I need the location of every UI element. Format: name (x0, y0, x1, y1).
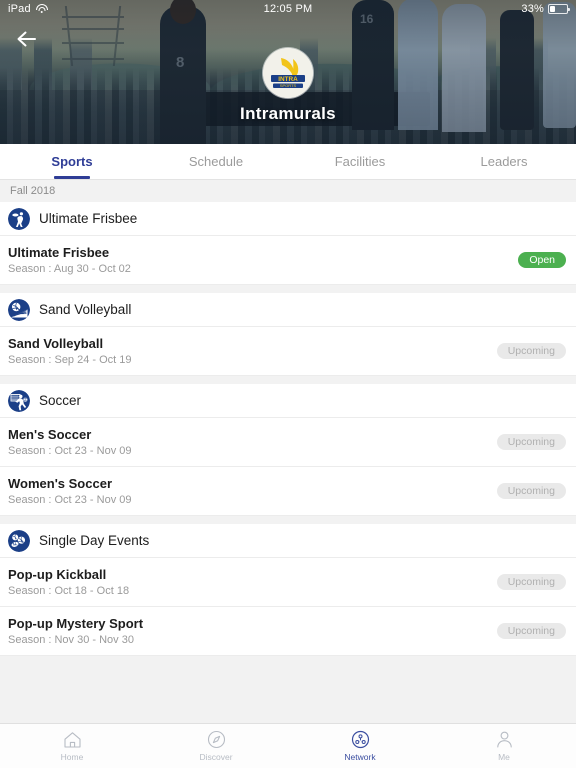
tab-sports[interactable]: Sports (0, 144, 144, 179)
row-season: Season : Oct 18 - Oct 18 (8, 585, 130, 597)
row-season: Season : Nov 30 - Nov 30 (8, 634, 134, 646)
row-text: Sand Volleyball Season : Sep 24 - Oct 19 (8, 336, 132, 366)
table-row[interactable]: Men's Soccer Season : Oct 23 - Nov 09 Up… (0, 418, 576, 467)
section-tabbar: Sports Schedule Facilities Leaders (0, 144, 576, 180)
sports-list[interactable]: Fall 2018 Ultimate Frisbee Ultimate Fris… (0, 180, 576, 723)
nav-item-home[interactable]: Home (0, 724, 144, 768)
intramurals-logo: INTRA SPORTS (263, 48, 313, 98)
nav-item-home-label: Home (60, 751, 84, 762)
back-button[interactable] (10, 24, 44, 54)
tab-facilities[interactable]: Facilities (288, 144, 432, 179)
hero-banner: INTRA SPORTS Intramurals (0, 0, 576, 144)
row-season: Season : Sep 24 - Oct 19 (8, 354, 132, 366)
nav-item-me[interactable]: Me (432, 724, 576, 768)
status-badge: Upcoming (496, 433, 566, 451)
back-arrow-icon (17, 31, 36, 47)
status-bar-time: 12:05 PM (263, 3, 313, 15)
nav-item-network-label: Network (344, 752, 376, 762)
row-season: Season : Aug 30 - Oct 02 (8, 263, 131, 275)
battery-icon (548, 4, 570, 14)
page-title: Intramurals (240, 104, 336, 123)
group-divider (0, 285, 576, 293)
status-badge: Open (518, 251, 566, 269)
season-section-header: Fall 2018 (0, 180, 576, 202)
group-header[interactable]: Soccer (0, 384, 576, 418)
school-athletics-logo-icon: INTRA SPORTS (263, 48, 313, 98)
row-season: Season : Oct 23 - Nov 09 (8, 494, 132, 506)
home-icon (63, 731, 81, 748)
status-badge: Upcoming (496, 482, 566, 500)
nav-item-network[interactable]: Network (288, 724, 432, 768)
svg-text:INTRA: INTRA (278, 76, 298, 83)
row-title: Pop-up Mystery Sport (8, 616, 144, 631)
row-title: Men's Soccer (8, 427, 92, 442)
table-row[interactable]: Pop-up Kickball Season : Oct 18 - Oct 18… (0, 558, 576, 607)
group-title: Ultimate Frisbee (39, 211, 138, 226)
network-icon (351, 730, 369, 749)
row-title: Sand Volleyball (8, 336, 104, 351)
tab-leaders-label: Leaders (480, 154, 528, 169)
bottom-tabbar: Home Discover Network Me (0, 723, 576, 768)
soccer-icon (8, 389, 30, 412)
person-icon (496, 731, 512, 748)
status-badge: Upcoming (496, 622, 566, 640)
nav-item-discover[interactable]: Discover (144, 724, 288, 768)
table-row[interactable]: Ultimate Frisbee Season : Aug 30 - Oct 0… (0, 236, 576, 285)
row-title: Ultimate Frisbee (8, 245, 110, 260)
group-title: Soccer (39, 393, 82, 408)
row-text: Pop-up Mystery Sport Season : Nov 30 - N… (8, 616, 143, 646)
group-header[interactable]: Single Day Events (0, 524, 576, 558)
table-row[interactable]: Pop-up Mystery Sport Season : Nov 30 - N… (0, 607, 576, 656)
status-badge: Upcoming (496, 342, 566, 360)
row-text: Women's Soccer Season : Oct 23 - Nov 09 (8, 476, 132, 506)
group-divider (0, 376, 576, 384)
ultimate-frisbee-icon (8, 207, 30, 230)
status-bar: iPad 12:05 PM 33% (0, 0, 576, 18)
group-divider (0, 516, 576, 524)
tab-sports-label: Sports (51, 154, 93, 169)
group-header[interactable]: Ultimate Frisbee (0, 202, 576, 236)
table-row[interactable]: Women's Soccer Season : Oct 23 - Nov 09 … (0, 467, 576, 516)
group-title: Sand Volleyball (39, 302, 132, 317)
tab-facilities-label: Facilities (334, 154, 386, 169)
table-row[interactable]: Sand Volleyball Season : Sep 24 - Oct 19… (0, 327, 576, 376)
row-title: Pop-up Kickball (8, 567, 107, 582)
sport-group-ultimate-frisbee: Ultimate Frisbee Ultimate Frisbee Season… (0, 202, 576, 285)
single-day-events-icon (8, 529, 30, 552)
row-season: Season : Oct 23 - Nov 09 (8, 445, 132, 457)
sand-volleyball-icon (8, 298, 30, 321)
app-root: INTRA SPORTS Intramurals iPad 12:05 PM 3… (0, 0, 576, 768)
group-header[interactable]: Sand Volleyball (0, 293, 576, 327)
tab-leaders[interactable]: Leaders (432, 144, 576, 179)
sport-group-soccer: Soccer Men's Soccer Season : Oct 23 - No… (0, 384, 576, 516)
row-text: Men's Soccer Season : Oct 23 - Nov 09 (8, 427, 132, 457)
group-title: Single Day Events (39, 533, 150, 548)
nav-item-me-label: Me (498, 752, 510, 762)
nav-item-discover-label: Discover (199, 752, 233, 762)
tab-schedule[interactable]: Schedule (144, 144, 288, 179)
row-title: Women's Soccer (8, 476, 112, 491)
sport-group-sand-volleyball: Sand Volleyball Sand Volleyball Season :… (0, 293, 576, 376)
compass-icon (207, 730, 225, 749)
tab-schedule-label: Schedule (188, 154, 244, 169)
status-badge: Upcoming (496, 573, 566, 591)
svg-text:SPORTS: SPORTS (280, 83, 297, 88)
row-text: Ultimate Frisbee Season : Aug 30 - Oct 0… (8, 245, 131, 275)
sport-group-single-day-events: Single Day Events Pop-up Kickball Season… (0, 524, 576, 656)
row-text: Pop-up Kickball Season : Oct 18 - Oct 18 (8, 567, 129, 597)
